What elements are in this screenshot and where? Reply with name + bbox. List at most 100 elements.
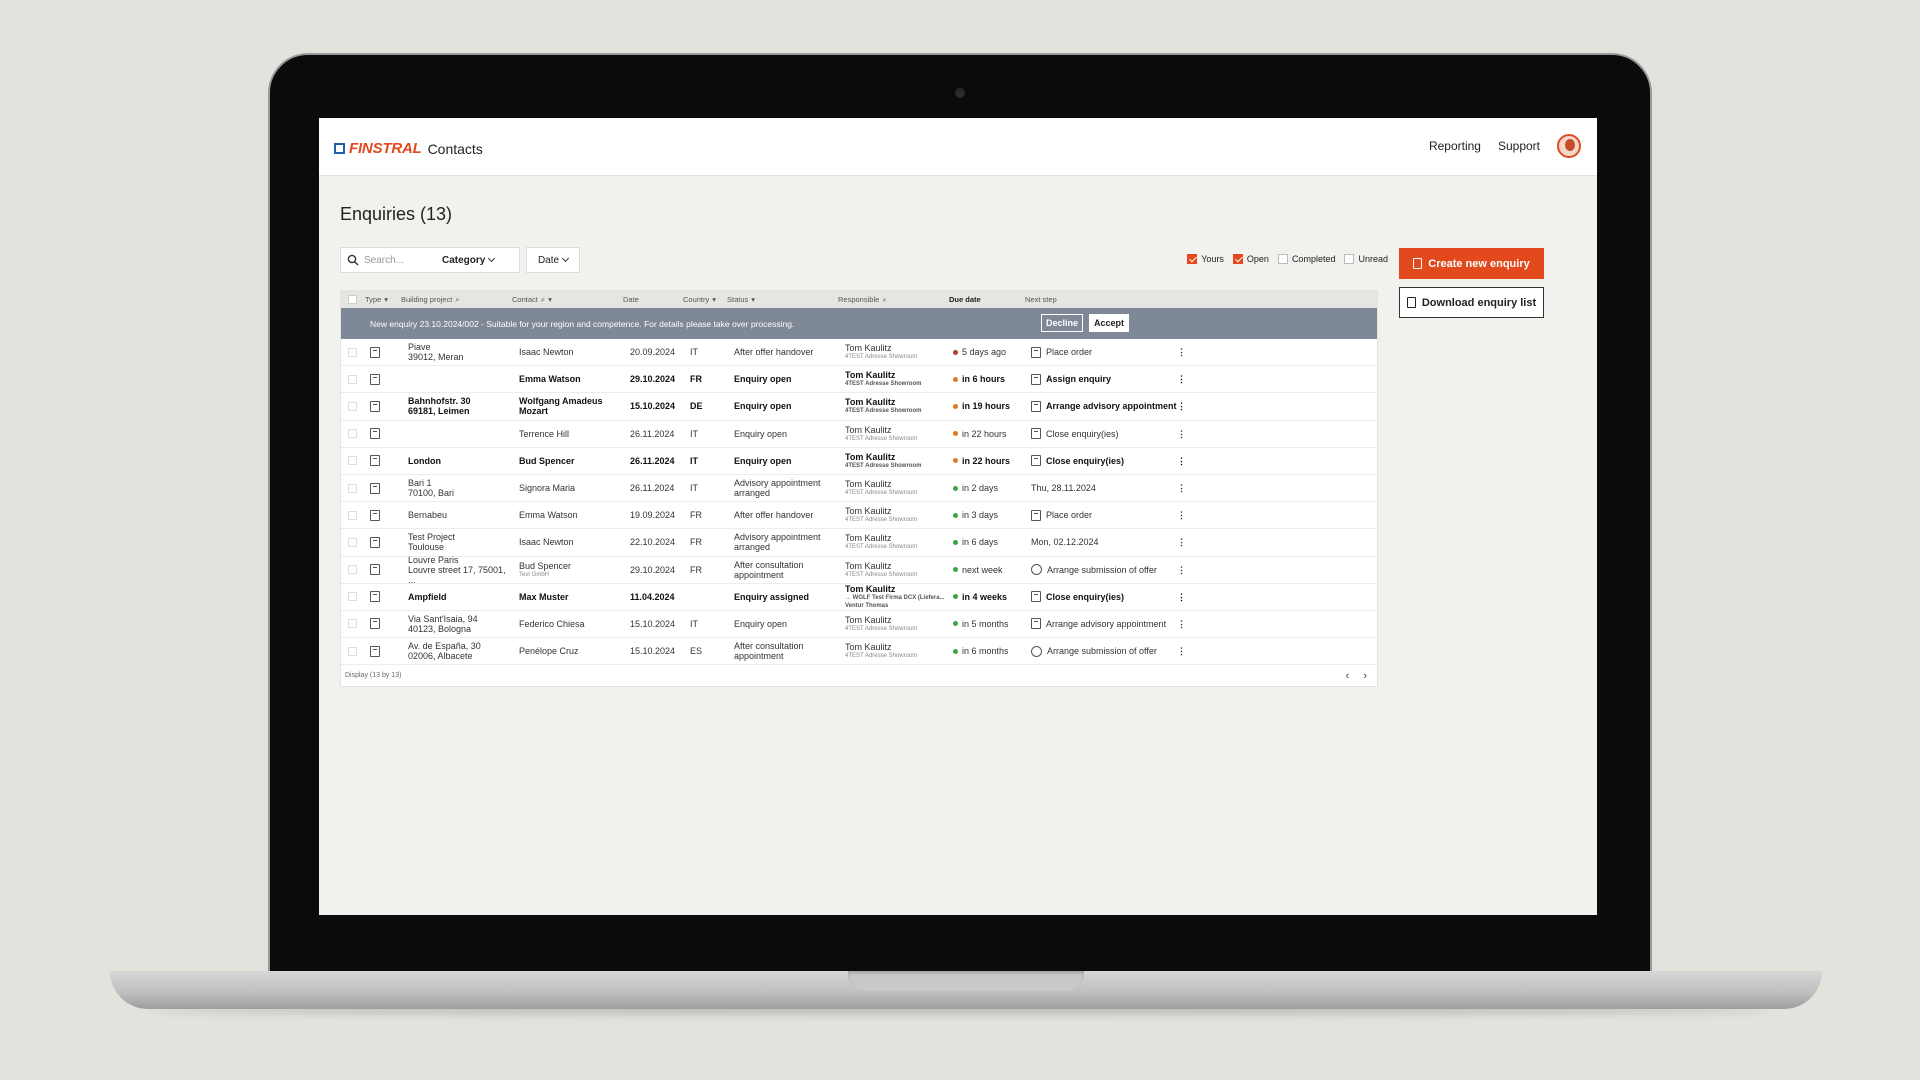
category-dropdown[interactable]: Category (442, 255, 496, 266)
row-checkbox[interactable] (348, 429, 357, 439)
row-checkbox[interactable] (348, 483, 357, 493)
avatar[interactable] (1557, 134, 1581, 158)
checkbox-completed[interactable] (1277, 253, 1288, 264)
decline-button[interactable]: Decline (1041, 314, 1083, 332)
checkbox-yours[interactable] (1187, 253, 1198, 264)
table-row[interactable]: Terrence Hill 26.11.2024 IT Enquiry open Tom… (341, 421, 1377, 448)
table-row[interactable]: Bernabeu Emma Watson 19.09.2024 FR After off… (341, 502, 1377, 530)
due-status-dot (953, 539, 958, 545)
more-options-icon[interactable]: ⋮ (1177, 611, 1186, 637)
table-row[interactable]: Via Sant'Isaia, 94 40123, Bologna Federic… (341, 611, 1377, 639)
door-icon (370, 509, 380, 521)
row-checkbox[interactable] (348, 456, 357, 466)
table-row[interactable]: London Bud Spencer 26.11.2024 IT Enquiry ope… (341, 448, 1377, 475)
row-checkbox[interactable] (348, 619, 357, 629)
col-country[interactable]: Country ▾ (683, 295, 716, 304)
row-checkbox[interactable] (348, 646, 357, 656)
next-step-cell[interactable]: Place order (1031, 502, 1092, 528)
more-options-icon[interactable]: ⋮ (1177, 393, 1186, 419)
more-options-icon[interactable]: ⋮ (1177, 366, 1186, 392)
search-field[interactable]: Search... Category (340, 247, 520, 273)
due-date-cell: in 2 days (953, 475, 998, 501)
responsible-showroom: 4TEST Adresse Showroom (845, 435, 918, 442)
more-options-icon[interactable]: ⋮ (1177, 339, 1186, 365)
filter-open[interactable]: Open (1232, 253, 1269, 264)
checkbox-open[interactable] (1232, 253, 1243, 264)
create-enquiry-button[interactable]: Create new enquiry (1399, 248, 1544, 279)
door-icon (370, 482, 380, 494)
more-options-icon[interactable]: ⋮ (1177, 502, 1186, 528)
country-code: DE (690, 401, 703, 412)
responsible-showroom: 4TEST Adresse Showroom (845, 462, 922, 469)
row-checkbox[interactable] (348, 374, 357, 384)
date-dropdown[interactable]: Date (526, 247, 580, 273)
next-step-cell[interactable]: Arrange submission of offer (1031, 638, 1157, 664)
filter-unread[interactable]: Unread (1344, 253, 1388, 264)
filter-completed[interactable]: Completed (1277, 253, 1335, 264)
building-project: Ampfield (408, 591, 447, 602)
next-step-cell[interactable]: Arrange advisory appointment (1031, 393, 1177, 419)
row-checkbox-cell (348, 529, 357, 555)
responsible-name: Tom Kaulitz (845, 370, 896, 381)
row-checkbox[interactable] (348, 537, 357, 547)
table-row[interactable]: Emma Watson 29.10.2024 FR Enquiry open Tom K… (341, 366, 1377, 394)
row-checkbox[interactable] (348, 510, 357, 520)
table-row[interactable]: Louvre Paris Louvre street 17, 75001, ..… (341, 555, 1377, 585)
col-responsible[interactable]: Responsible ⌕ (838, 295, 886, 305)
table-row[interactable]: Test Project Toulouse Isaac Newton 22.10.2… (341, 529, 1377, 557)
table-row[interactable]: Av. de España, 30 02006, Albacete Penélop… (341, 638, 1377, 666)
col-status[interactable]: Status ▾ (727, 295, 755, 304)
logo[interactable]: FINSTRAL Contacts (334, 140, 483, 157)
next-step-cell[interactable]: Close enquiry(ies) (1031, 421, 1119, 447)
status: After offer handover (734, 510, 814, 521)
col-type[interactable]: Type ▾ (365, 295, 388, 304)
next-step-cell[interactable]: Thu, 28.11.2024 (1031, 475, 1096, 501)
status: After consultation appointment (734, 559, 804, 580)
next-step-cell[interactable]: Mon, 02.12.2024 (1031, 529, 1099, 555)
more-options-icon[interactable]: ⋮ (1177, 529, 1186, 555)
nav-reporting[interactable]: Reporting (1429, 139, 1481, 153)
more-options-icon[interactable]: ⋮ (1177, 638, 1186, 664)
country-code: IT (690, 347, 698, 358)
table-row[interactable]: Ampfield Max Muster 11.04.2024 Enquiry assi… (341, 584, 1377, 611)
select-all-checkbox[interactable] (348, 295, 357, 304)
row-checkbox[interactable] (348, 592, 357, 602)
table-row[interactable]: Piave 39012, Meran Isaac Newton 20.09.2024… (341, 339, 1377, 367)
col-date[interactable]: Date (623, 295, 639, 304)
next-step: Arrange advisory appointment (1046, 401, 1177, 412)
more-options-icon[interactable]: ⋮ (1177, 475, 1186, 501)
row-checkbox[interactable] (348, 565, 357, 575)
col-next-step[interactable]: Next step (1025, 295, 1057, 304)
responsible-showroom: 4TEST Adresse Showroom (845, 381, 922, 388)
chevron-right-icon[interactable]: › (1363, 670, 1367, 682)
more-options-icon[interactable]: ⋮ (1177, 448, 1186, 474)
row-checkbox[interactable] (348, 347, 357, 357)
table-row[interactable]: Bari 1 70100, Bari Signora Maria 26.11.202… (341, 475, 1377, 503)
accept-button[interactable]: Accept (1089, 314, 1129, 332)
filter-open-label: Open (1246, 253, 1269, 264)
download-list-button[interactable]: Download enquiry list (1399, 287, 1544, 318)
next-step-cell[interactable]: Place order (1031, 339, 1092, 365)
search-input[interactable]: Search... (364, 255, 442, 266)
more-options-icon[interactable]: ⋮ (1177, 557, 1186, 583)
type-cell (370, 638, 380, 664)
next-step-cell[interactable]: Arrange submission of offer (1031, 557, 1157, 583)
more-options-icon[interactable]: ⋮ (1177, 584, 1186, 610)
next-step-cell[interactable]: Close enquiry(ies) (1031, 448, 1124, 474)
more-options-icon[interactable]: ⋮ (1177, 421, 1186, 447)
due-date: in 6 days (962, 537, 999, 548)
table-row[interactable]: Bahnhofstr. 30 69181, Leimen Wolfgang Ama… (341, 393, 1377, 421)
responsible-name: Tom Kaulitz (845, 642, 892, 653)
checkbox-unread[interactable] (1344, 253, 1355, 264)
chevron-left-icon[interactable]: ‹ (1346, 670, 1350, 682)
type-cell (370, 557, 380, 583)
col-contact[interactable]: Contact ⌕ ▾ (512, 295, 552, 305)
row-checkbox[interactable] (348, 401, 357, 411)
nav-support[interactable]: Support (1498, 139, 1540, 153)
next-step-cell[interactable]: Assign enquiry (1031, 366, 1111, 392)
filter-yours[interactable]: Yours (1187, 253, 1224, 264)
next-step-cell[interactable]: Close enquiry(ies) (1031, 584, 1124, 610)
col-building-project[interactable]: Building project ⌕ (401, 295, 459, 305)
col-due-date[interactable]: Due date (949, 295, 981, 304)
next-step-cell[interactable]: Arrange advisory appointment (1031, 611, 1166, 637)
